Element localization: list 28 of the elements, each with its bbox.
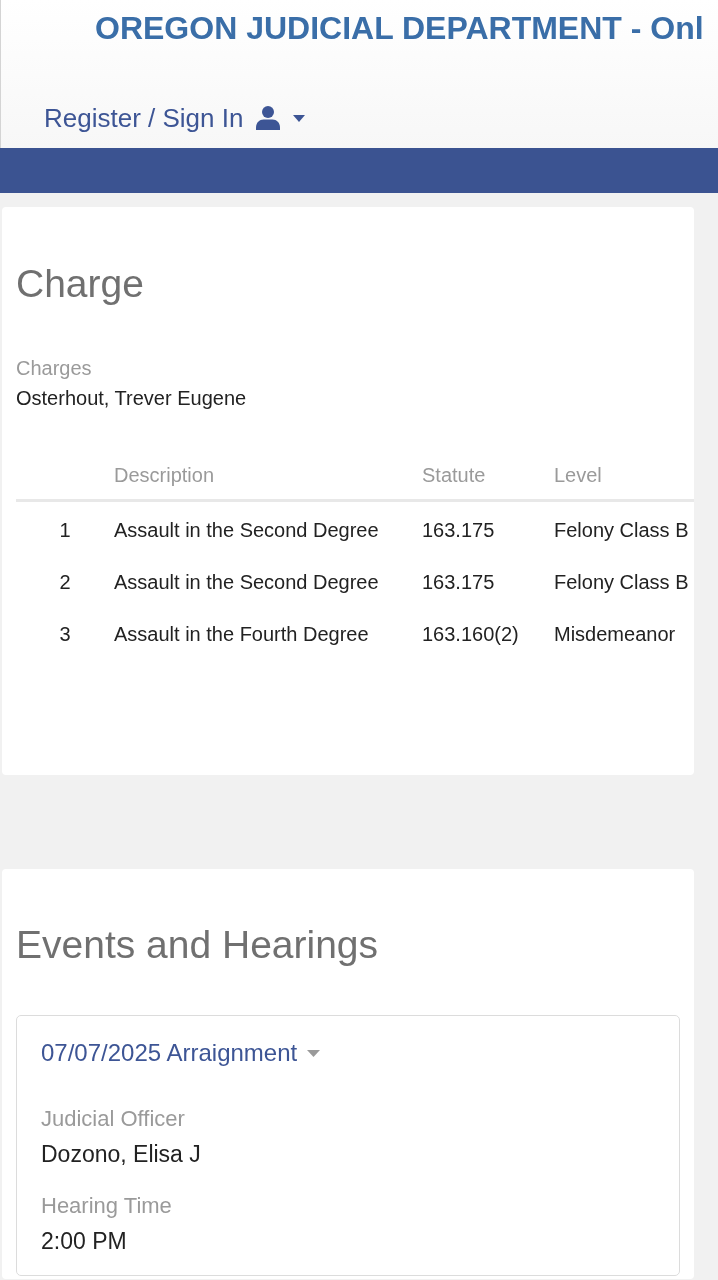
sign-in-menu[interactable]: Register / Sign In [44,101,306,135]
table-cell-text: Felony Class B [554,569,689,595]
table-cell-text: 163.175 [422,569,495,595]
caret-icon [293,114,306,122]
field-value: Osterhout, Trever Eugene [16,386,247,411]
column-header: Description [114,462,215,488]
section-heading: Events and Hearings [16,922,379,968]
table-cell-text: Assault in the Fourth Degree [114,621,369,647]
row-number: 1 [59,517,71,543]
table-cell-text: 163.175 [422,517,495,543]
column-header: Statute [422,462,486,488]
table-cell-text: Assault in the Second Degree [114,569,379,595]
field-value: 2:00 PM [41,1227,127,1255]
row-number: 3 [59,621,71,647]
table-cell-text: 163.160(2) [422,621,519,647]
section-heading: Charge [16,261,144,307]
table-cell-text: Assault in the Second Degree [114,517,379,543]
field-label: Hearing Time [41,1192,172,1220]
field-value: Dozono, Elisa J [41,1140,201,1168]
user-icon [256,106,281,130]
row-number: 2 [59,569,71,595]
event-link[interactable]: 07/07/2025 Arraignment [41,1038,321,1068]
table-cell-text: Felony Class B [554,517,689,543]
field-label: Judicial Officer [41,1105,185,1133]
page-title: OREGON JUDICIAL DEPARTMENT - Onl [94,9,705,47]
field-label: Charges [16,356,92,381]
table-cell-text: Misdemeanor [554,621,676,647]
column-header: Level [554,462,602,488]
